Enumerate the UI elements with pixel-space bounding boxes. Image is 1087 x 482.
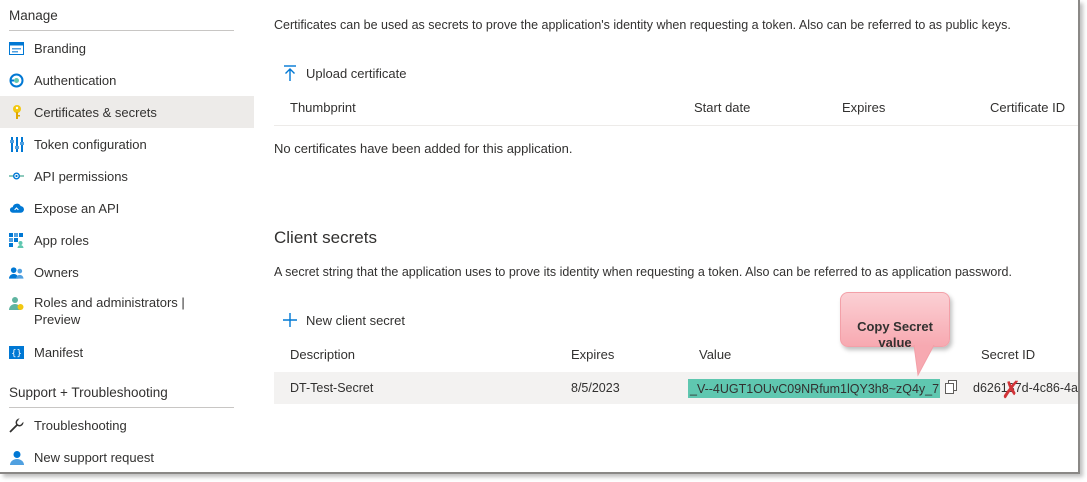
owners-icon [9,265,24,280]
certificates-empty-message: No certificates have been added for this… [274,141,573,156]
column-header-secret-id[interactable]: Secret ID [981,347,1035,362]
app-roles-icon [9,232,24,248]
app-frame: Manage Branding Authentication Certifica… [0,0,1080,474]
sidebar-item-troubleshooting[interactable]: Troubleshooting [0,409,254,441]
new-client-secret-label: New client secret [306,312,405,328]
plus-icon [280,310,300,330]
column-header-start-date[interactable]: Start date [694,100,750,115]
sidebar-item-label: Owners [34,264,79,280]
wrench-icon [9,417,24,433]
sidebar-item-new-support-request[interactable]: New support request [0,441,254,472]
sidebar-item-token-configuration[interactable]: Token configuration [0,128,254,160]
column-header-secret-expires[interactable]: Expires [571,347,614,362]
cloud-icon [9,201,24,216]
sidebar-item-branding[interactable]: Branding [0,32,254,64]
column-header-value[interactable]: Value [699,347,731,362]
upload-certificate-label: Upload certificate [306,65,407,81]
manage-header: Manage [9,8,58,23]
sidebar-item-label: Branding [34,40,87,56]
sidebar-item-label: Expose an API [34,200,120,216]
redaction-x-mark: ✗ [1001,376,1022,404]
branding-icon [9,41,24,56]
upload-certificate-button[interactable]: Upload certificate [280,61,406,85]
api-permissions-icon [9,169,24,184]
copy-secret-callout: Copy Secret value [840,292,950,350]
support-person-icon [9,450,24,465]
sidebar-item-authentication[interactable]: Authentication [0,64,254,96]
sidebar-item-label: Token configuration [34,136,147,152]
sidebar: Manage Branding Authentication Certifica… [0,0,254,472]
upload-icon [280,63,300,83]
sidebar-item-certificates-secrets[interactable]: Certificates & secrets [0,96,254,128]
callout-pointer [913,345,935,377]
manage-divider [9,30,234,31]
sidebar-item-label: Roles and administrators | Preview [34,295,185,327]
sidebar-item-label: Authentication [34,72,117,88]
sidebar-item-owners[interactable]: Owners [0,256,254,288]
main-content: Certificates can be used as secrets to p… [274,0,1078,472]
sidebar-item-roles-administrators[interactable]: Roles and administrators | Preview [0,290,254,332]
secret-id: d626137d-4c86-4a [973,381,1078,395]
client-secrets-description: A secret string that the application use… [274,265,1012,279]
secret-expires: 8/5/2023 [571,381,620,395]
support-divider [9,407,234,408]
sidebar-item-api-permissions[interactable]: API permissions [0,160,254,192]
column-header-description[interactable]: Description [290,347,355,362]
secret-value[interactable]: _V--4UGT1OUvC09NRfum1lQY3h8~zQ4y_7 [688,379,940,398]
svg-text:{}: {} [11,349,22,359]
sidebar-item-expose-api[interactable]: Expose an API [0,192,254,224]
roles-admin-icon [9,296,24,311]
sidebar-item-label: Manifest [34,344,84,360]
new-client-secret-button[interactable]: New client secret [280,308,405,332]
certificates-header-divider [274,125,1078,126]
certificates-description: Certificates can be used as secrets to p… [274,18,1011,32]
support-header: Support + Troubleshooting [9,385,168,400]
token-configuration-icon [9,136,24,152]
manifest-icon: {} [9,345,24,360]
sidebar-item-label: App roles [34,232,89,248]
authentication-icon [9,73,24,88]
sidebar-item-label: API permissions [34,168,128,184]
key-icon [9,105,24,120]
sidebar-item-manifest[interactable]: {} Manifest [0,336,254,368]
client-secrets-title: Client secrets [274,228,377,247]
sidebar-item-label: New support request [34,449,154,465]
sidebar-item-app-roles[interactable]: App roles [0,224,254,256]
copy-icon[interactable] [944,380,960,396]
secret-description: DT-Test-Secret [290,381,374,395]
table-row[interactable]: DT-Test-Secret 8/5/2023 _V--4UGT1OUvC09N… [274,372,1078,404]
sidebar-item-label: Certificates & secrets [34,104,157,120]
column-header-thumbprint[interactable]: Thumbprint [290,100,356,115]
column-header-expires[interactable]: Expires [842,100,885,115]
column-header-certificate-id[interactable]: Certificate ID [990,100,1065,115]
sidebar-item-label: Troubleshooting [34,417,127,433]
